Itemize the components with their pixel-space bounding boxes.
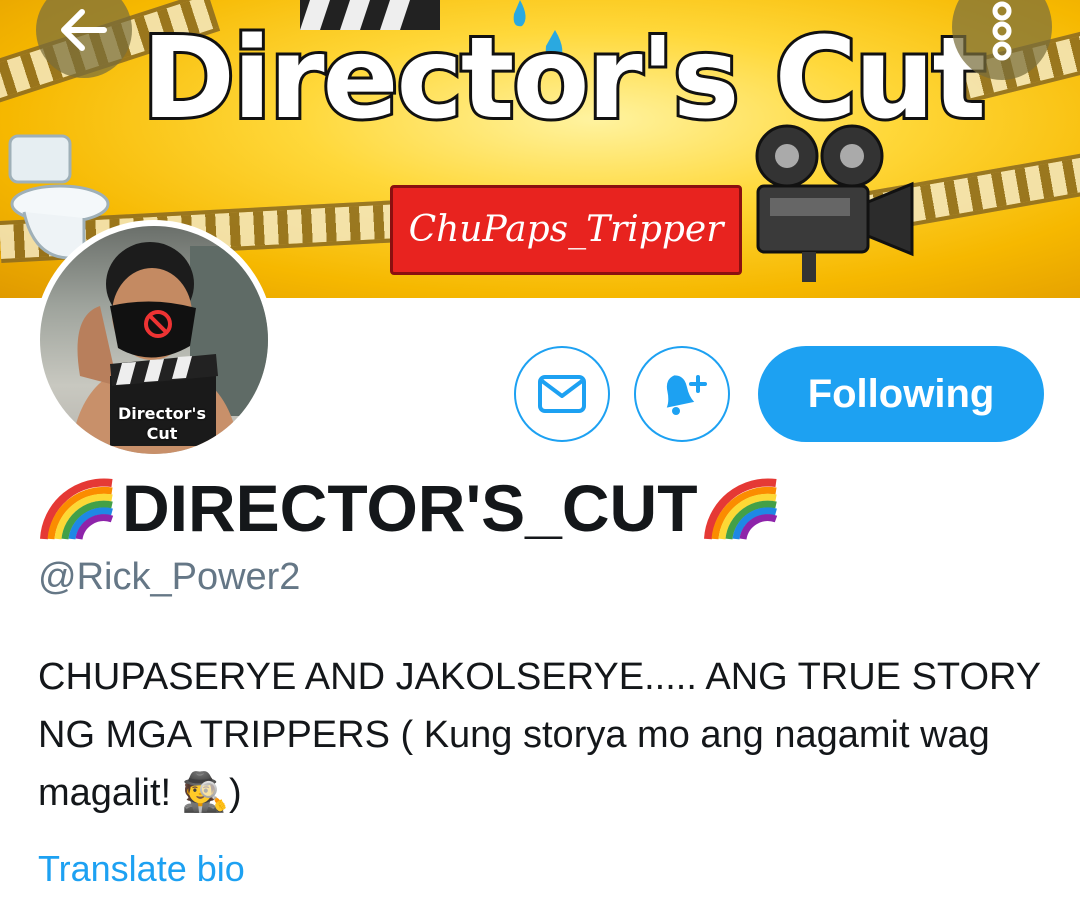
rainbow-icon bbox=[703, 478, 777, 540]
bell-plus-icon bbox=[666, 375, 707, 415]
avatar-label: Director's Cut bbox=[116, 404, 208, 444]
message-button[interactable] bbox=[514, 346, 610, 442]
display-name-text: DIRECTOR'S_CUT bbox=[122, 471, 698, 545]
banner-subtitle: ChuPaps_Tripper bbox=[390, 185, 742, 275]
display-name: DIRECTOR'S_CUT bbox=[38, 468, 782, 548]
more-vertical-icon bbox=[992, 1, 1012, 61]
detective-emoji: 🕵 bbox=[181, 772, 229, 814]
envelope-icon bbox=[538, 375, 586, 413]
arrow-left-icon bbox=[61, 9, 107, 51]
movie-camera-icon bbox=[755, 124, 914, 282]
profile-bio: CHUPASERYE AND JAKOLSERYE..... ANG TRUE … bbox=[38, 648, 1048, 822]
avatar-label-line1: Director's bbox=[118, 404, 206, 423]
following-button[interactable]: Following bbox=[758, 346, 1044, 442]
avatar-label-line2: Cut bbox=[146, 424, 178, 443]
translate-bio-link[interactable]: Translate bio bbox=[38, 848, 245, 890]
notifications-button[interactable] bbox=[634, 346, 730, 442]
user-handle: @Rick_Power2 bbox=[38, 556, 301, 598]
bio-end: ) bbox=[228, 772, 242, 814]
avatar[interactable]: Director's Cut bbox=[34, 220, 274, 460]
rainbow-icon bbox=[40, 478, 114, 540]
avatar-photo: Director's Cut bbox=[40, 226, 268, 454]
